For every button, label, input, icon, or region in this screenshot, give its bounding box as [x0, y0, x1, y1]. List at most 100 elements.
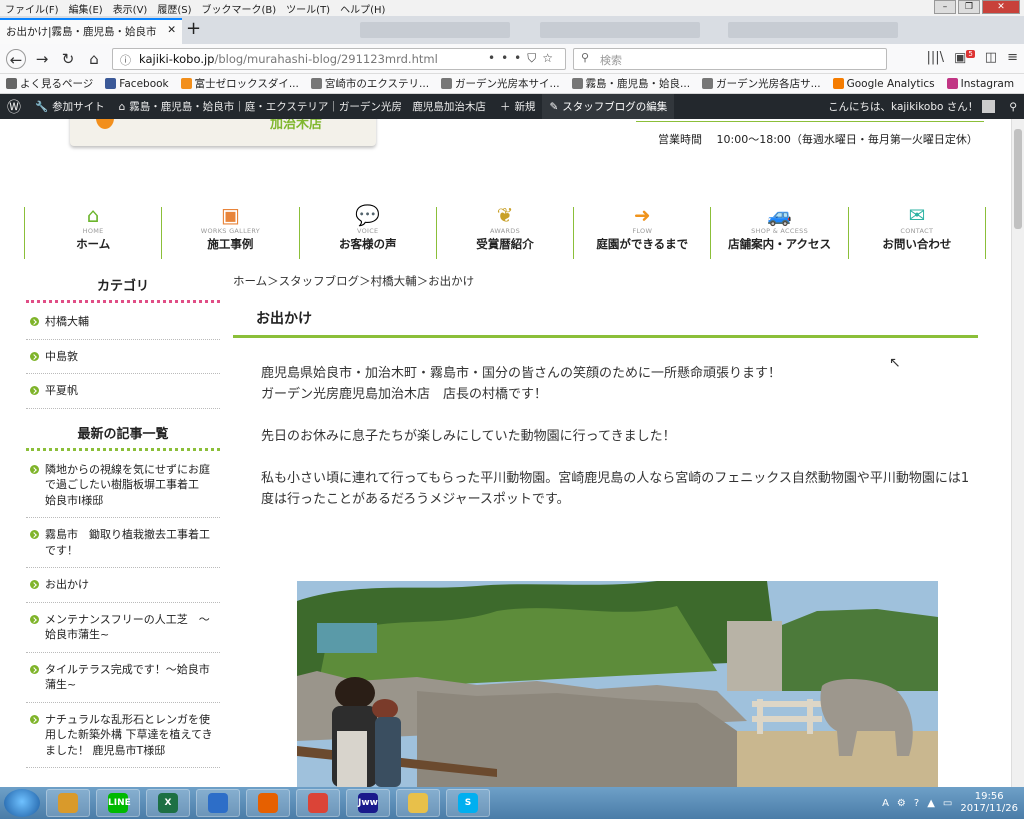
menu-item[interactable]: ファイル(F) [0, 1, 64, 16]
close-icon[interactable]: ✕ [982, 0, 1020, 14]
library-icon[interactable]: |||\ [927, 50, 945, 65]
nav-item-shop-access[interactable]: 🚙 SHOP & ACCESS 店舗案内・アクセス [710, 203, 847, 259]
menu-item[interactable]: ブックマーク(B) [197, 1, 282, 16]
bookmark-item[interactable]: 富士ゼロックスダイ... [180, 76, 299, 91]
menu-item[interactable]: ツール(T) [281, 1, 335, 16]
info-icon[interactable]: ⓘ [120, 52, 131, 68]
arrow-right-icon: ➜ [633, 203, 651, 227]
scrollbar-thumb[interactable] [1014, 129, 1022, 229]
site-name-menu[interactable]: ⌂ 霧島・鹿児島・姶良市｜庭・エクステリア｜ガーデン光房 鹿児島加治木店 [112, 94, 493, 119]
bookmark-label: Facebook [119, 77, 169, 90]
account-menu[interactable]: こんにちは、kajikikobo さん！ [821, 94, 1002, 119]
excel-icon: X [158, 793, 178, 813]
url-bar[interactable]: ⓘ kajiki-kobo.jp/blog/murahashi-blog/291… [112, 48, 566, 70]
post-body: 鹿児島県姶良市・加治木町・霧島市・国分の皆さんの笑顔のために一所懸命頑張ります！… [261, 363, 979, 531]
toolbar-icons: |||\ ▣ 5 ◫ ≡ [927, 50, 1018, 65]
tab-background[interactable] [728, 22, 898, 38]
extension-badge: 5 [966, 50, 975, 58]
nav-item-en: VOICE [356, 227, 379, 235]
firefox-taskbar-button[interactable] [246, 789, 290, 817]
search-input[interactable]: ⚲ 検索 [573, 48, 887, 70]
nav-item-home[interactable]: ⌂ HOME ホーム [24, 203, 161, 259]
bookmark-item[interactable]: Instagram [946, 78, 1014, 90]
nav-item-contact[interactable]: ✉ CONTACT お問い合わせ [847, 203, 986, 259]
menu-item[interactable]: 編集(E) [64, 1, 108, 16]
folder-taskbar-button[interactable] [396, 789, 440, 817]
recent-post-link[interactable]: タイルテラス完成です！～姶良市蒲生~ [26, 653, 220, 703]
page-scrollbar[interactable] [1011, 119, 1024, 787]
recent-post-link[interactable]: 霧島市 鋤取り植栽撤去工事着工です！ [26, 518, 220, 568]
tray-tools-icon[interactable]: ⚙ [897, 798, 906, 809]
car-icon: 🚙 [767, 203, 792, 227]
reload-icon[interactable]: ↻ [58, 49, 78, 69]
tab-background[interactable] [540, 22, 700, 38]
thunderbird-taskbar-button[interactable] [196, 789, 240, 817]
nav-item-works-gallery[interactable]: ▣ WORKS GALLERY 施工事例 [161, 203, 298, 259]
restore-icon[interactable]: ❐ [958, 0, 980, 14]
start-button[interactable] [4, 789, 40, 817]
extension-icon[interactable]: ▣ 5 [954, 50, 975, 65]
breadcrumb[interactable]: ホーム＞スタッフブログ＞村橋大輔＞お出かけ [233, 273, 474, 289]
menu-item[interactable]: ヘルプ(H) [335, 1, 390, 16]
clock[interactable]: 19:56 2017/11/26 [960, 791, 1018, 815]
mail-icon: ✉ [908, 203, 926, 227]
tab-close-icon[interactable]: ✕ [167, 24, 176, 36]
bookmark-label: ガーデン光房本サイ... [455, 78, 560, 90]
ime-icon[interactable]: A [882, 798, 889, 809]
jww-icon: Jww [358, 793, 378, 813]
bookmark-item[interactable]: ガーデン光房各店サ... [702, 76, 821, 91]
tab-background[interactable] [360, 22, 510, 38]
nav-item-flow[interactable]: ➜ FLOW 庭園ができるまで [573, 203, 710, 259]
category-link[interactable]: 平夏帆 [26, 374, 220, 409]
nav-item-jp: 受賞暦紹介 [476, 237, 534, 251]
minimize-icon[interactable]: – [934, 0, 956, 14]
fujixerox-icon [180, 78, 192, 89]
search-placeholder: 検索 [600, 54, 622, 67]
bookmark-item[interactable]: 宮崎市のエクステリ... [310, 76, 429, 91]
skype-taskbar-button[interactable]: S [446, 789, 490, 817]
chrome-taskbar-button[interactable] [296, 789, 340, 817]
show-hidden-icon[interactable]: ▲ [927, 798, 935, 809]
recent-posts-list: 隣地からの視線を気にせずにお庭で過ごしたい樹脂板塀工事着工 姶良市I様邸 霧島市 … [26, 453, 220, 768]
bookmark-item[interactable]: よく見るページ [6, 76, 93, 91]
tab-active[interactable]: お出かけ|霧島・鹿児島・姶良市 ✕ [0, 18, 182, 44]
page-actions[interactable]: •••⛉☆ [488, 51, 559, 66]
menu-item[interactable]: 履歴(S) [152, 1, 196, 16]
line-taskbar-button[interactable]: LINE [96, 789, 140, 817]
search-icon[interactable]: ⚲ [1002, 94, 1024, 119]
back-icon[interactable]: ← [6, 49, 26, 69]
category-heading: カテゴリ [26, 275, 220, 303]
category-link[interactable]: 中島敦 [26, 340, 220, 374]
excel-taskbar-button[interactable]: X [146, 789, 190, 817]
new-content-menu[interactable]: ＋新規 [493, 94, 543, 119]
firefox-icon [258, 793, 278, 813]
recent-post-link[interactable]: 隣地からの視線を気にせずにお庭で過ごしたい樹脂板塀工事着工 姶良市I様邸 [26, 453, 220, 518]
recent-post-link[interactable]: お出かけ [26, 568, 220, 603]
bookmark-item[interactable]: 霧島・鹿児島・姶良... [571, 76, 690, 91]
edit-post-button[interactable]: ✎ スタッフブログの編集 [542, 94, 675, 119]
wp-admin-bar: Ⓦ 🔧 参加サイト ⌂ 霧島・鹿児島・姶良市｜庭・エクステリア｜ガーデン光房 鹿児島… [0, 94, 1024, 119]
category-link[interactable]: 村橋大輔 [26, 305, 220, 340]
jww-taskbar-button[interactable]: Jww [346, 789, 390, 817]
nav-item-awards[interactable]: ❦ AWARDS 受賞暦紹介 [435, 203, 573, 259]
network-icon[interactable]: ▭ [943, 798, 952, 809]
explorer-search-taskbar-button[interactable] [46, 789, 90, 817]
wordpress-logo-icon[interactable]: Ⓦ [0, 94, 28, 119]
forward-icon[interactable]: → [32, 49, 52, 69]
my-sites-menu[interactable]: 🔧 参加サイト [28, 94, 112, 119]
hamburger-menu-icon[interactable]: ≡ [1007, 50, 1018, 65]
bookmark-label: 富士ゼロックスダイ... [194, 78, 299, 90]
bookmark-item[interactable]: Facebook [105, 77, 169, 90]
sidebar-icon[interactable]: ◫ [985, 50, 997, 65]
nav-item-voice[interactable]: 💬 VOICE お客様の声 [298, 203, 436, 259]
bookmark-item[interactable]: ガーデン光房本サイ... [441, 76, 560, 91]
recent-post-link[interactable]: ナチュラルな乱形石とレンガを使用した新築外構 下草達を植えてきました！ 鹿児島市… [26, 703, 220, 768]
recent-post-link[interactable]: メンテナンスフリーの人工芝 ～姶良市蒲生~ [26, 603, 220, 653]
bookmark-item[interactable]: Google Analytics [832, 78, 935, 90]
home-icon[interactable]: ⌂ [84, 49, 104, 69]
help-icon[interactable]: ? [914, 798, 919, 809]
site-logo[interactable]: 加治木店 [70, 119, 376, 146]
new-tab-icon[interactable]: + [186, 20, 201, 38]
nav-item-en: WORKS GALLERY [200, 227, 261, 235]
menu-item[interactable]: 表示(V) [108, 1, 153, 16]
